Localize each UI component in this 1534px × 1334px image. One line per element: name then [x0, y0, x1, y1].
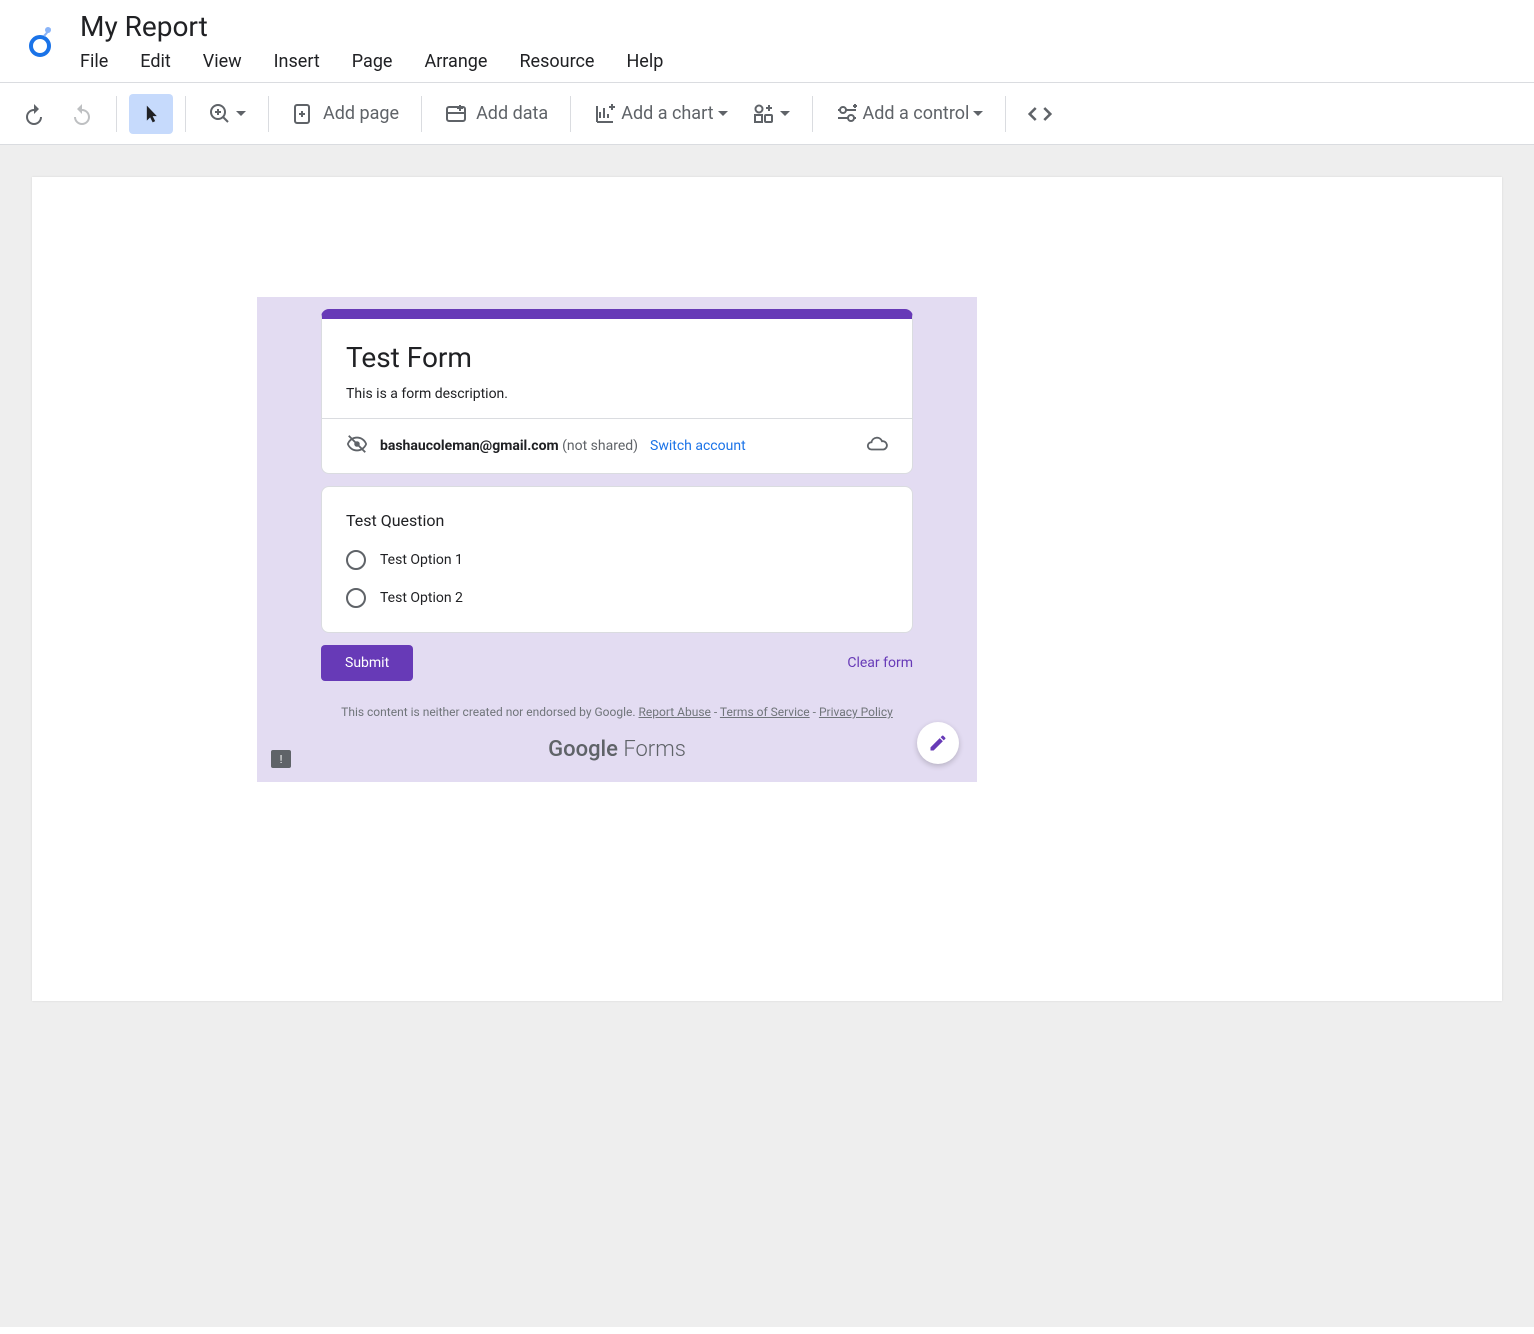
toolbar-separator	[185, 96, 186, 132]
add-chart-button[interactable]: Add a chart	[583, 94, 737, 134]
chevron-down-icon	[718, 111, 728, 117]
branding-forms: Forms	[618, 737, 686, 762]
terms-link[interactable]: Terms of Service	[720, 705, 810, 719]
toolbar: Add page Add data Add a chart Add a cont…	[0, 83, 1534, 145]
cursor-icon	[139, 102, 163, 126]
menu-page[interactable]: Page	[352, 51, 393, 72]
chart-icon	[593, 102, 617, 126]
add-control-label: Add a control	[863, 103, 970, 124]
add-data-button[interactable]: Add data	[434, 94, 558, 134]
add-data-icon	[444, 102, 468, 126]
add-page-icon	[291, 102, 315, 126]
switch-account-link[interactable]: Switch account	[650, 438, 746, 454]
chevron-down-icon	[973, 111, 983, 117]
embedded-form: Test Form This is a form description. ba…	[257, 297, 977, 782]
option-label: Test Option 2	[380, 590, 463, 606]
menu-arrange[interactable]: Arrange	[424, 51, 487, 72]
visibility-off-icon	[346, 433, 368, 459]
add-chart-label: Add a chart	[621, 103, 713, 124]
undo-button[interactable]	[12, 94, 56, 134]
submit-button[interactable]: Submit	[321, 645, 413, 681]
menu-file[interactable]: File	[80, 51, 108, 72]
radio-option-1[interactable]: Test Option 1	[346, 550, 888, 570]
disclaimer-text: This content is neither created nor endo…	[341, 705, 638, 719]
form-header-card: Test Form This is a form description. ba…	[321, 309, 913, 474]
canvas-area: Test Form This is a form description. ba…	[0, 145, 1534, 1327]
form-account-row: bashaucoleman@gmail.com (not shared) Swi…	[322, 418, 912, 473]
form-title: Test Form	[346, 341, 888, 374]
radio-icon	[346, 588, 366, 608]
edit-form-button[interactable]	[917, 722, 959, 764]
zoom-button[interactable]	[198, 94, 256, 134]
add-control-button[interactable]: Add a control	[825, 94, 994, 134]
form-footer: This content is neither created nor endo…	[257, 705, 977, 719]
pencil-icon	[928, 733, 948, 753]
code-icon	[1028, 102, 1052, 126]
community-visualizations-button[interactable]	[742, 94, 800, 134]
menu-help[interactable]: Help	[626, 51, 663, 72]
embed-button[interactable]	[1018, 94, 1062, 134]
shapes-icon	[752, 102, 776, 126]
add-page-label: Add page	[323, 103, 399, 124]
not-shared-label: (not shared)	[562, 438, 638, 454]
report-abuse-link[interactable]: Report Abuse	[639, 705, 711, 719]
menu-bar: File Edit View Insert Page Arrange Resou…	[80, 51, 1534, 82]
app-logo-icon	[20, 15, 60, 65]
feedback-icon[interactable]: !	[271, 750, 291, 768]
report-title[interactable]: My Report	[80, 10, 1534, 43]
redo-button[interactable]	[60, 94, 104, 134]
clear-form-button[interactable]: Clear form	[847, 655, 913, 671]
menu-view[interactable]: View	[203, 51, 242, 72]
toolbar-separator	[421, 96, 422, 132]
toolbar-separator	[570, 96, 571, 132]
redo-icon	[70, 102, 94, 126]
form-actions: Submit Clear form	[321, 645, 913, 681]
form-description: This is a form description.	[346, 386, 888, 402]
app-header: My Report File Edit View Insert Page Arr…	[0, 0, 1534, 83]
toolbar-separator	[812, 96, 813, 132]
menu-edit[interactable]: Edit	[140, 51, 170, 72]
radio-icon	[346, 550, 366, 570]
question-title: Test Question	[346, 511, 888, 530]
branding-google: Google	[548, 737, 618, 762]
question-card: Test Question Test Option 1 Test Option …	[321, 486, 913, 633]
toolbar-separator	[116, 96, 117, 132]
google-forms-branding: Google Forms	[257, 737, 977, 762]
toolbar-separator	[1005, 96, 1006, 132]
chevron-down-icon	[780, 111, 790, 117]
zoom-in-icon	[208, 102, 232, 126]
account-email: bashaucoleman@gmail.com	[380, 438, 559, 454]
menu-resource[interactable]: Resource	[519, 51, 594, 72]
add-data-label: Add data	[476, 103, 548, 124]
chevron-down-icon	[236, 111, 246, 117]
menu-insert[interactable]: Insert	[274, 51, 320, 72]
option-label: Test Option 1	[380, 552, 463, 568]
report-canvas[interactable]: Test Form This is a form description. ba…	[32, 177, 1502, 1001]
control-icon	[835, 102, 859, 126]
selection-tool-button[interactable]	[129, 94, 173, 134]
privacy-link[interactable]: Privacy Policy	[819, 705, 893, 719]
add-page-button[interactable]: Add page	[281, 94, 409, 134]
undo-icon	[22, 102, 46, 126]
toolbar-separator	[268, 96, 269, 132]
cloud-icon	[866, 433, 888, 459]
radio-option-2[interactable]: Test Option 2	[346, 588, 888, 608]
